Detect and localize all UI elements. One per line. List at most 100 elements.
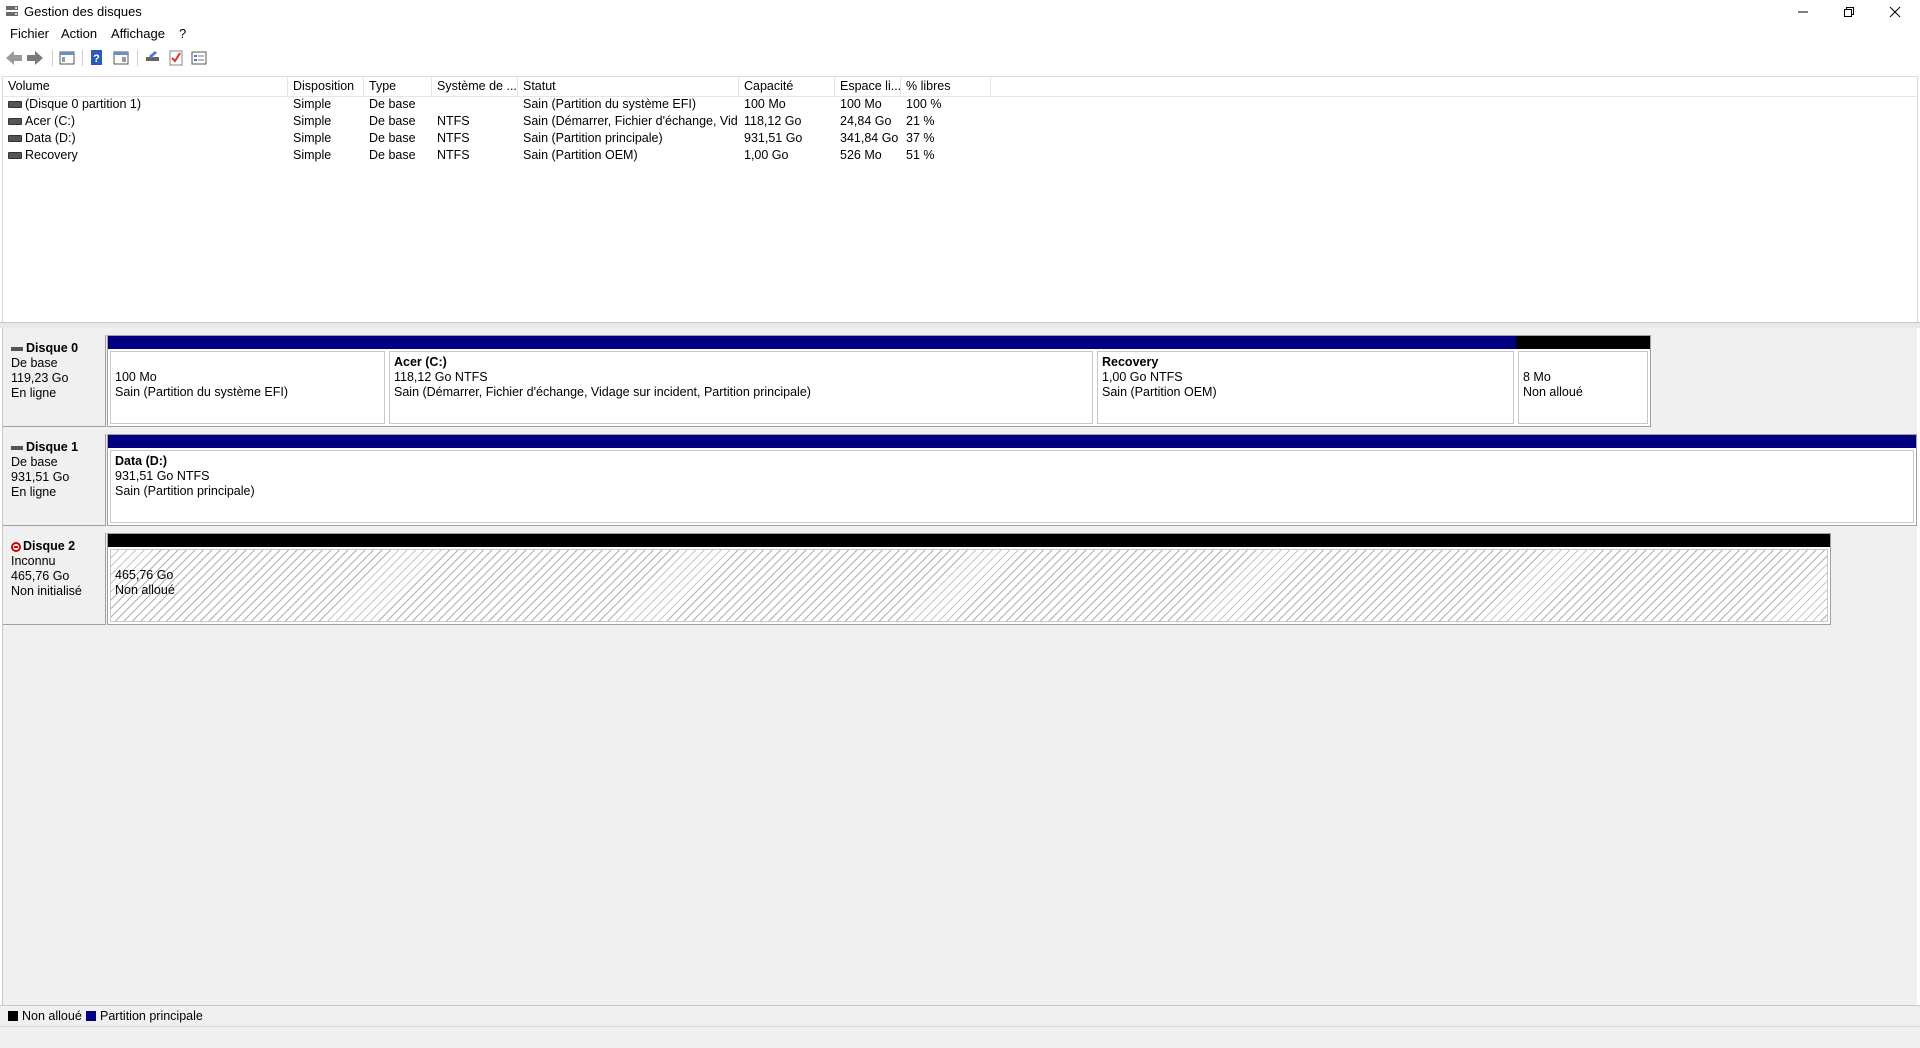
volume-icon: [8, 152, 22, 160]
partition-unallocated[interactable]: 465,76 Go Non alloué: [108, 534, 1830, 624]
check-button[interactable]: [166, 48, 186, 68]
cell-type: De base: [369, 97, 416, 111]
cell-filesystem: [437, 96, 517, 113]
legend-swatch: [8, 1011, 18, 1021]
console-tree-button[interactable]: [57, 48, 77, 68]
details-button[interactable]: [189, 48, 209, 68]
cell-disposition: Simple: [293, 148, 332, 162]
disk-0-label[interactable]: Disque 0 De base 119,23 Go En ligne: [3, 335, 106, 427]
column-header-disposition[interactable]: Disposition: [288, 77, 364, 96]
column-header-status[interactable]: Statut: [518, 77, 739, 96]
legend-bar: Non alloué Partition principale: [0, 1005, 1920, 1027]
restore-button[interactable]: [1826, 0, 1872, 24]
cell-free-space: 100 Mo: [840, 97, 882, 111]
volume-icon: [8, 118, 22, 126]
menu-action[interactable]: Action: [61, 26, 97, 41]
minimize-icon: [1798, 11, 1808, 13]
cell-disposition: Simple: [293, 131, 332, 145]
partition-color-bar: [387, 336, 1095, 349]
status-bar: [0, 1026, 1920, 1048]
cell-disposition: Simple: [293, 114, 332, 128]
cell-volume: Data (D:): [25, 131, 76, 145]
cell-capacity: 1,00 Go: [744, 148, 789, 162]
cell-filesystem: NTFS: [437, 114, 470, 128]
cell-volume: Acer (C:): [25, 114, 75, 128]
column-header-type[interactable]: Type: [364, 77, 432, 96]
partition-unallocated[interactable]: 8 Mo Non alloué: [1516, 336, 1650, 426]
column-header-filesystem[interactable]: Système de ...: [432, 77, 518, 96]
menu-bar: Fichier Action Affichage ?: [0, 24, 1920, 44]
partition-status: Non alloué: [115, 583, 175, 597]
cell-free-space: 526 Mo: [840, 148, 882, 162]
forward-button[interactable]: [25, 48, 45, 68]
disk-1-label[interactable]: Disque 1 De base 931,51 Go En ligne: [3, 434, 106, 526]
partition-recovery[interactable]: Recovery 1,00 Go NTFS Sain (Partition OE…: [1095, 336, 1516, 426]
cell-type: De base: [369, 148, 416, 162]
partition-acer-c[interactable]: Acer (C:) 118,12 Go NTFS Sain (Démarrer,…: [387, 336, 1095, 426]
close-icon: [1889, 6, 1901, 18]
partition-status: Sain (Partition OEM): [1102, 385, 1217, 399]
partition-data-d[interactable]: Data (D:) 931,51 Go NTFS Sain (Partition…: [108, 435, 1916, 525]
table-row[interactable]: (Disque 0 partition 1) Simple De base Sa…: [3, 96, 1003, 113]
disk-status: En ligne: [11, 386, 57, 400]
window-title: Gestion des disques: [24, 4, 142, 19]
cell-status: Sain (Partition OEM): [523, 148, 638, 162]
partition-efi[interactable]: 100 Mo Sain (Partition du système EFI): [108, 336, 387, 426]
disk-name: Disque 0: [26, 341, 79, 355]
cell-percent-free: 100 %: [906, 97, 942, 111]
show-hide-console-tree-icon: [59, 51, 75, 65]
partition-name: Data (D:): [115, 454, 168, 468]
partition-name: Recovery: [1102, 355, 1159, 369]
partition-color-bar: [1516, 336, 1650, 349]
partition-status: Sain (Partition principale): [115, 484, 255, 498]
disk-status: Non initialisé: [11, 584, 82, 598]
cell-volume: Recovery: [25, 148, 78, 162]
cell-free-space: 24,84 Go: [840, 114, 892, 128]
column-header-free-space[interactable]: Espace li...: [835, 77, 901, 96]
disk-type: De base: [11, 455, 58, 469]
back-button[interactable]: [4, 48, 24, 68]
toolbar-separator: [137, 50, 138, 66]
table-row[interactable]: Recovery Simple De base NTFS Sain (Parti…: [3, 147, 1003, 164]
partition-status: Sain (Démarrer, Fichier d'échange, Vidag…: [394, 385, 811, 399]
disk-size: 465,76 Go: [11, 569, 70, 583]
properties-icon: [113, 51, 129, 65]
toolbar-separator: [52, 50, 53, 66]
table-row[interactable]: Acer (C:) Simple De base NTFS Sain (Déma…: [3, 113, 1003, 130]
menu-affichage[interactable]: Affichage: [111, 26, 165, 41]
volume-list: Volume Disposition Type Système de ... S…: [2, 76, 1918, 323]
legend-swatch: [86, 1011, 96, 1021]
toolbar-separator: [82, 50, 83, 66]
disk-type: Inconnu: [11, 554, 56, 568]
not-initialized-error-icon: [11, 541, 21, 552]
cell-status: Sain (Partition principale): [523, 131, 663, 145]
properties-button[interactable]: [111, 48, 131, 68]
legend-item-primary-partition: Partition principale: [86, 1009, 203, 1023]
partition-size: 118,12 Go NTFS: [394, 370, 488, 384]
minimize-button[interactable]: [1780, 0, 1826, 24]
close-button[interactable]: [1872, 0, 1918, 24]
disk-name: Disque 1: [26, 440, 79, 454]
cell-capacity: 118,12 Go: [744, 114, 802, 128]
menu-fichier[interactable]: Fichier: [10, 26, 49, 41]
partition-size: 100 Mo: [115, 370, 157, 384]
disk-icon: [11, 346, 23, 351]
table-row[interactable]: Data (D:) Simple De base NTFS Sain (Part…: [3, 130, 1003, 147]
disk-size: 119,23 Go: [11, 371, 69, 385]
column-header-capacity[interactable]: Capacité: [739, 77, 835, 96]
cell-status: Sain (Partition du système EFI): [523, 97, 696, 111]
legend-item-unallocated: Non alloué: [8, 1009, 82, 1023]
cell-disposition: Simple: [293, 97, 332, 111]
column-header-percent-free[interactable]: % libres: [901, 77, 991, 96]
help-button[interactable]: ?: [87, 48, 107, 68]
disk-2-label[interactable]: Disque 2 Inconnu 465,76 Go Non initialis…: [3, 533, 106, 625]
help-icon: ?: [91, 50, 102, 65]
cell-type: De base: [369, 114, 416, 128]
menu-help[interactable]: ?: [179, 26, 186, 41]
partition-name: Acer (C:): [394, 355, 447, 369]
column-header-volume[interactable]: Volume: [3, 77, 288, 96]
rescan-button[interactable]: [143, 48, 163, 68]
partition-size: 1,00 Go NTFS: [1102, 370, 1183, 384]
forward-icon: [27, 51, 43, 65]
legend-label: Partition principale: [100, 1009, 203, 1023]
